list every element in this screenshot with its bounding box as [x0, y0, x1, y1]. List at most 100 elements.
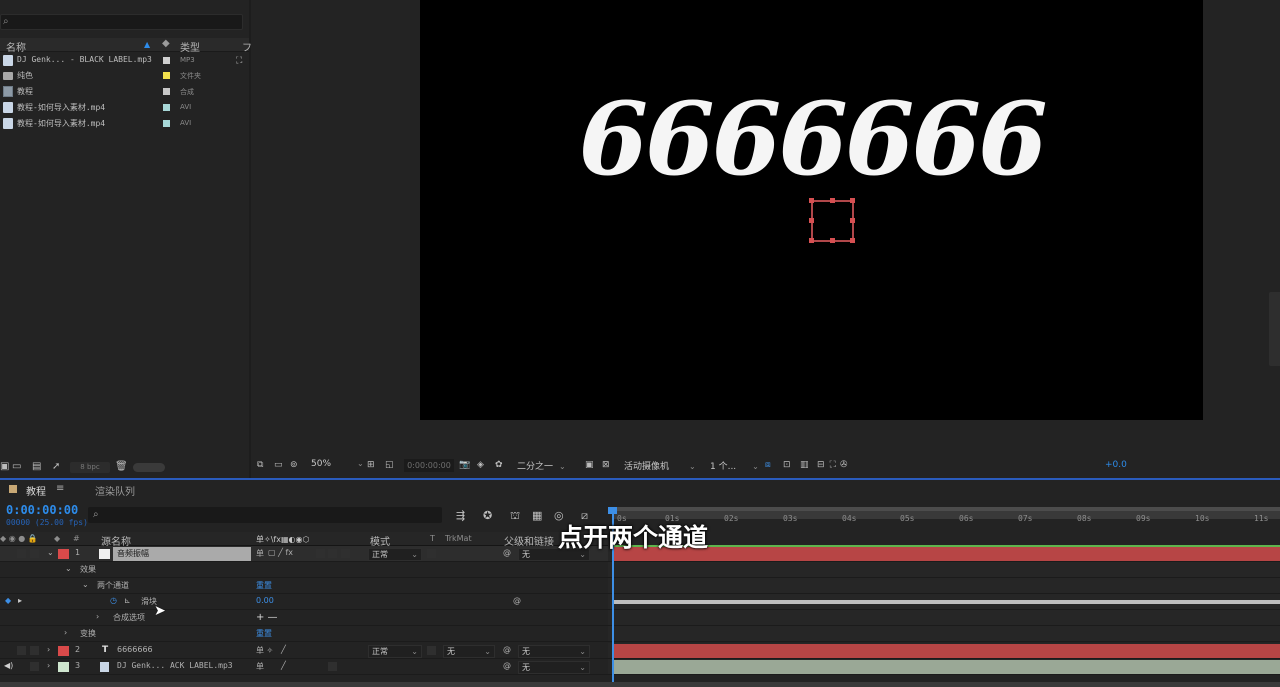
parent-dropdown[interactable]: 无 ⌄	[518, 661, 590, 674]
label-column-icon[interactable]: ◆	[162, 38, 170, 49]
label-swatch[interactable]	[163, 104, 170, 111]
bbox-handle[interactable]	[809, 218, 814, 223]
trash-icon[interactable]: 🗑	[115, 461, 128, 472]
expand-arrow-icon[interactable]: ⌄	[47, 548, 54, 557]
bbox-handle[interactable]	[830, 198, 835, 203]
layer-bounding-box[interactable]	[811, 200, 854, 242]
bbox-handle[interactable]	[809, 238, 814, 243]
mask-visibility-icon[interactable]: ◱	[385, 460, 394, 470]
switch-shy[interactable]: 单 ✧	[256, 645, 273, 656]
vr-glasses-icon[interactable]: ⊚	[290, 460, 298, 470]
label-swatch[interactable]	[163, 88, 170, 95]
reset-link[interactable]: 重置	[256, 628, 272, 639]
pick-whip-icon[interactable]: @	[503, 548, 511, 557]
switch-quality[interactable]: ▢ ╱ fx	[268, 548, 293, 557]
stopwatch-icon[interactable]: ◷	[110, 596, 117, 605]
expand-arrow-icon[interactable]: ›	[47, 645, 50, 654]
audio-switch-icon[interactable]: ◀)	[4, 661, 13, 670]
show-snapshot-icon[interactable]: ◈	[477, 460, 484, 470]
monitor-icon[interactable]: ▭	[274, 460, 283, 470]
region-of-interest-icon[interactable]: ▣	[585, 460, 594, 470]
timeline-search-input[interactable]: ⌕	[88, 507, 442, 523]
views-dropdown[interactable]: 1 个... ⌄	[710, 459, 759, 473]
preserve-transparency[interactable]	[427, 646, 436, 655]
keyframe-nav-icon[interactable]: ◆	[5, 596, 11, 605]
bbox-handle[interactable]	[850, 218, 855, 223]
preserve-transparency[interactable]	[427, 549, 436, 558]
column-type[interactable]: 类型	[180, 39, 200, 54]
column-name[interactable]: 名称	[6, 39, 26, 54]
switch-shy[interactable]: 单	[256, 661, 264, 672]
comp-mini-flowchart-icon[interactable]: ⇶	[456, 509, 465, 522]
project-item[interactable]: 纯色 文件夹	[0, 68, 236, 83]
tab-render-queue[interactable]: 渲染队列	[95, 483, 135, 498]
slider-value[interactable]: 0.00	[256, 596, 274, 605]
layer-label-color[interactable]	[58, 646, 69, 656]
expand-arrow-icon[interactable]: ›	[64, 628, 67, 637]
project-item[interactable]: DJ Genk... - BLACK LABEL.mp3 MP3	[0, 53, 236, 68]
switch-quality[interactable]: ╱	[281, 661, 286, 670]
toggle-pixel-aspect-icon[interactable]: ⧈	[765, 460, 771, 470]
add-keyframe-icon[interactable]: ▸	[18, 596, 22, 605]
video-switch[interactable]	[17, 646, 26, 655]
av-features-icon[interactable]: ◆ ◉ ● 🔒	[0, 534, 38, 543]
blend-mode-dropdown[interactable]: 正常 ⌄	[368, 645, 422, 658]
graph-icon[interactable]: ⊾	[124, 596, 131, 605]
solo-switch[interactable]	[30, 662, 39, 671]
property-row[interactable]: › 合成选项 + —	[0, 610, 608, 626]
interpret-footage-icon[interactable]: ▣	[0, 461, 9, 472]
frame-blending-icon[interactable]: ▦	[532, 509, 542, 522]
color-channels-icon[interactable]: ✿	[495, 460, 503, 470]
project-search-input[interactable]: ⌕	[0, 14, 243, 30]
bbox-handle[interactable]	[850, 198, 855, 203]
snapshot-icon[interactable]: 📷	[459, 460, 470, 470]
layer-label-color[interactable]	[58, 549, 69, 559]
label-swatch[interactable]	[163, 120, 170, 127]
expand-arrow-icon[interactable]: ⌄	[65, 564, 72, 573]
property-row[interactable]: ◆ ▸ ◷ ⊾ 滑块 0.00 @	[0, 594, 608, 610]
column-trkmat[interactable]: TrkMat	[445, 534, 472, 543]
new-folder-icon[interactable]: ▭	[12, 461, 21, 472]
keyframe-strip[interactable]	[614, 600, 1280, 604]
new-composition-icon[interactable]: ▤	[32, 461, 41, 472]
always-preview-icon[interactable]: ⧉	[257, 460, 263, 470]
switch-quality[interactable]: ╱	[281, 645, 286, 654]
solo-switch[interactable]	[30, 549, 39, 558]
composition-canvas[interactable]: 6666666	[420, 0, 1203, 420]
draft-3d-icon[interactable]: ✪	[483, 509, 492, 522]
layer-name[interactable]: 6666666	[117, 645, 153, 654]
anchor-handle[interactable]	[809, 198, 814, 203]
viewer-timecode[interactable]: 0:00:00:00	[404, 459, 454, 472]
layer-label-color[interactable]	[58, 662, 69, 672]
thumbnail-size-slider[interactable]	[133, 463, 165, 472]
switch-adjustment[interactable]	[328, 662, 337, 671]
switch-motion-blur[interactable]	[316, 549, 325, 558]
label-swatch[interactable]	[163, 57, 170, 64]
resolution-dropdown[interactable]: 二分之一 ⌄	[517, 459, 566, 473]
zoom-dropdown[interactable]: 50% ⌄	[311, 459, 364, 473]
project-item[interactable]: 教程-如何导入素材.mp4 AVI	[0, 100, 236, 115]
label-swatch[interactable]	[163, 72, 170, 79]
bottom-scrollbar[interactable]	[0, 682, 1280, 687]
flowchart-view-icon[interactable]: ⛶	[821, 460, 836, 470]
reset-exposure-icon[interactable]: ✇	[840, 460, 848, 470]
time-ruler[interactable]	[612, 511, 1280, 519]
add-remove-controls[interactable]: + —	[256, 612, 278, 623]
video-switch[interactable]	[17, 549, 26, 558]
property-row[interactable]: ⌄ 两个通道 重置	[0, 578, 608, 594]
layer-row[interactable]: ◀) › 3 DJ Genk... ACK LABEL.mp3 单 ╱ @ 无 ⌄	[0, 659, 608, 675]
trkmat-dropdown[interactable]: 无 ⌄	[443, 645, 495, 658]
flowchart-icon[interactable]: ⛶	[236, 56, 242, 66]
layer-row[interactable]: ⌄ 1 音频振幅 单 ▢ ╱ fx 正常 ⌄ @ 无 ⌄	[0, 546, 608, 562]
project-item[interactable]: 教程-如何导入素材.mp4 AVI	[0, 116, 236, 131]
expand-arrow-icon[interactable]: ›	[96, 612, 99, 621]
expand-arrow-icon[interactable]: ›	[47, 661, 50, 670]
pick-whip-icon[interactable]: @	[503, 661, 511, 670]
expand-arrow-icon[interactable]: ⌄	[82, 580, 89, 589]
layer-row[interactable]: › 2 T 6666666 单 ✧ ╱ 正常 ⌄ 无 ⌄ @ 无 ⌄	[0, 643, 608, 659]
layer-bar-3[interactable]	[614, 660, 1280, 674]
switch-3d[interactable]	[341, 549, 350, 558]
parent-dropdown[interactable]: 无 ⌄	[518, 645, 590, 658]
layer-bar-2[interactable]	[614, 644, 1280, 658]
camera-dropdown[interactable]: 活动摄像机 ⌄	[624, 459, 696, 473]
